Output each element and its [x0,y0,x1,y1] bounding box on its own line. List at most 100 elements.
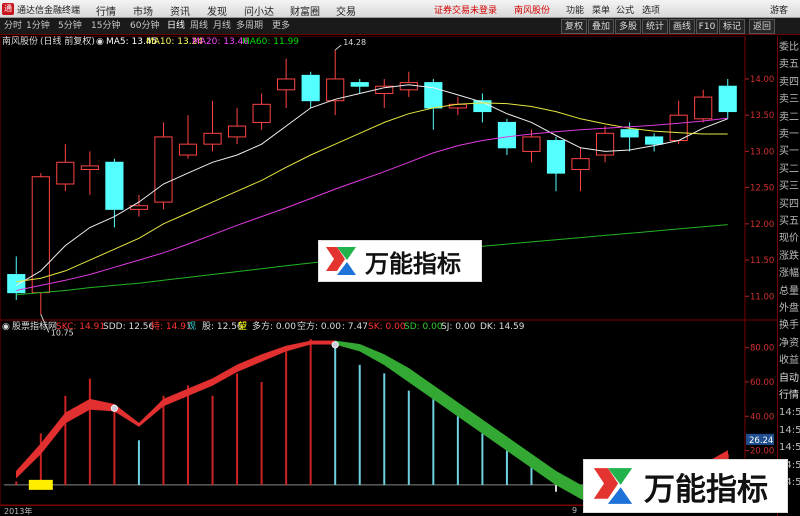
indicator-band-segment [89,398,115,412]
candle-up [399,82,418,91]
period-tab[interactable]: 15分钟 [91,18,120,35]
indicator-band-segment [334,340,360,352]
menu-item-function[interactable]: 功能 [566,3,584,16]
candle-up [669,114,688,142]
quote-panel-item[interactable]: 14:5 [779,423,800,438]
indicator-band-segment [187,378,213,397]
period-tab[interactable]: 周线 [190,18,208,35]
gear-icon[interactable]: ◉ [2,321,10,334]
indicator-tick-label: 20.00 [750,447,774,457]
menu-item-market[interactable]: 市场 [133,3,153,18]
indicator-value: 观 [187,322,197,332]
quote-panel-item[interactable]: 收益 [779,353,800,368]
menu-item-ask[interactable]: 问小达 [244,3,274,18]
year-label: 2013年 [4,507,33,516]
indicator-band-segment [114,403,140,428]
candle-down [497,121,517,149]
menu-item-formula[interactable]: 公式 [616,3,634,16]
toolbar-button[interactable]: 复权 [561,19,587,34]
toolbar-button[interactable]: 画线 [669,19,695,34]
candle-up [154,136,173,203]
candle-up [56,161,75,185]
period-tab-active[interactable]: 日线 [167,18,185,35]
quote-panel-item[interactable]: 外盘 [779,301,800,316]
toolbar-button[interactable]: 统计 [642,19,668,34]
quote-panel-item[interactable]: 涨幅 [779,266,800,281]
indicator-band-segment [359,343,385,366]
candle-up [80,165,99,171]
quote-panel-item[interactable]: 卖二 [779,110,800,125]
period-tab[interactable]: 多周期 [236,18,263,35]
toolbar-button[interactable]: 返回 [749,19,775,34]
indicator-band-segment [457,402,483,434]
candle-down [546,140,566,174]
menu-item-discover[interactable]: 发现 [207,3,227,18]
quote-panel-item[interactable]: 现价 [779,231,800,246]
quote-panel-item[interactable]: 自动 [779,371,800,386]
watermark-text: 万能指标 [365,249,461,278]
ma60-label: MA60: 11.99 [242,37,300,47]
indicator-band-segment [16,443,42,479]
indicator-value: SDD: 12.56 [103,322,155,332]
price-tick-label: 13.50 [750,111,774,121]
indicator-band-segment [212,364,238,386]
menu-item-news[interactable]: 资讯 [170,3,190,18]
quote-panel-item[interactable]: 买一 [779,144,800,159]
quote-panel-item[interactable]: 买五 [779,214,800,229]
indicator-value: SKC: 14.91 [56,322,106,332]
signal-dot-icon [331,341,339,349]
toolbar-button[interactable]: 叠加 [588,19,614,34]
toolbar-button[interactable]: F10 [696,19,718,34]
user-guest[interactable]: 游客 [770,3,788,16]
period-tab[interactable]: 60分钟 [130,18,159,35]
quote-panel-item[interactable]: 行情 [779,388,800,403]
quote-panel-item[interactable]: 买二 [779,162,800,177]
quote-panel-item[interactable]: 卖三 [779,92,800,107]
menu-item-options[interactable]: 选项 [642,3,660,16]
gear-icon[interactable]: ◉ [96,36,104,49]
quote-panel-item[interactable]: 卖四 [779,75,800,90]
candle-down [424,82,443,109]
yellow-signal-marker [28,479,53,490]
indicator-band-segment [138,398,164,428]
toolbar-button[interactable]: 标记 [719,19,745,34]
quote-panel-item[interactable]: 买三 [779,179,800,194]
period-tab[interactable]: 更多 [272,18,290,35]
indicator-band-segment [433,384,459,417]
menu-item-menu[interactable]: 菜单 [592,3,610,16]
watermark-badge: 万能指标 [318,240,482,282]
quote-panel-item[interactable]: 净资 [779,336,800,351]
period-tab[interactable]: 5分钟 [58,18,82,35]
menu-item-quotes[interactable]: 行情 [96,3,116,18]
login-notice[interactable]: 证券交易未登录 [434,3,497,16]
quote-panel-item[interactable]: 买四 [779,197,800,212]
indicator-tick-label: 80.00 [750,344,774,354]
indicator-value: SD: 0.00 [404,322,443,332]
app-title: 通达信金融终端 [17,6,81,16]
quote-panel-item[interactable]: 卖五 [779,57,800,72]
period-tab[interactable]: 月线 [213,18,231,35]
period-tab[interactable]: 1分钟 [26,18,50,35]
candle-down [7,274,26,294]
indicator-value: 多方: 0.00 [252,322,296,332]
candle-down [620,129,639,138]
quote-panel-item[interactable]: 总量 [779,284,800,299]
price-tick-label: 11.50 [750,256,774,266]
indicator-value: SK: 0.00 [368,322,406,332]
menu-item-trade[interactable]: 交易 [336,3,356,18]
quote-panel-item[interactable]: 14:5 [779,440,800,455]
period-tab[interactable]: 分时 [4,18,22,35]
quote-panel-item[interactable]: 换手 [779,318,800,333]
menu-item-wealth[interactable]: 财富圈 [290,3,320,18]
quote-panel-item[interactable]: 涨跌 [779,249,800,264]
indicator-band-segment [40,412,66,455]
price-tick-label: 13.00 [750,147,774,157]
stock-link[interactable]: 南风股份 [514,3,550,16]
quote-panel-item[interactable]: 卖一 [779,127,800,142]
quote-panel-item[interactable]: 委比 [779,40,800,55]
indicator-band-segment [506,436,532,469]
toolbar-button[interactable]: 多股 [615,19,641,34]
time-mark: 9 [572,506,578,515]
quote-panel-item[interactable]: 14:5 [779,405,800,420]
watermark-logo-icon [326,247,356,275]
